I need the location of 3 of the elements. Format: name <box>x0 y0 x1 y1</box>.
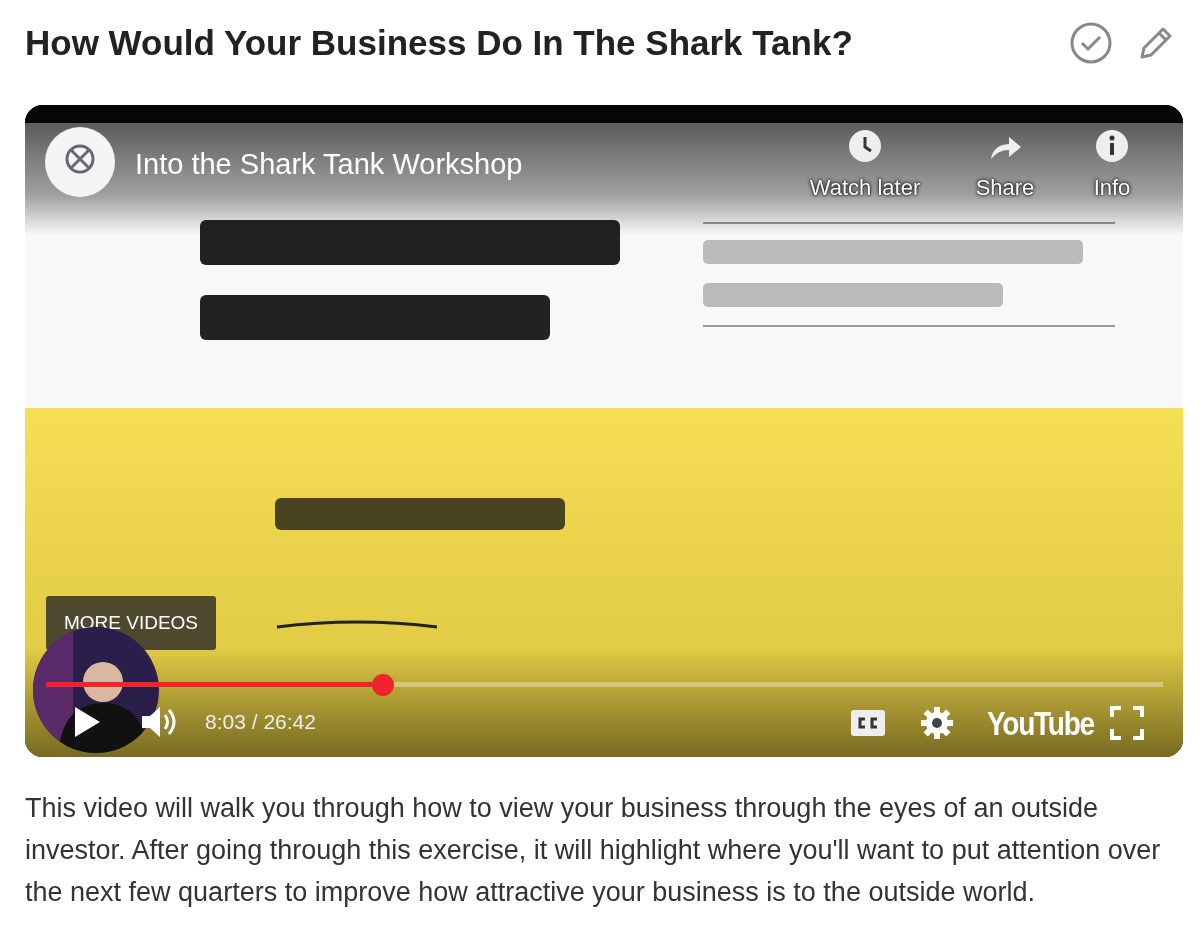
description-text: This video will walk you through how to view your business through the eyes of an outside investor. After going through this exercise, it will highlight where you'll want to put attention over the next few quarters to improve how attractive your business is to the outside world. <box>24 792 1162 909</box>
check-circle-icon[interactable] <box>1069 20 1113 65</box>
page-title: How Would Your Business Do In The Shark Tank? <box>25 21 853 64</box>
